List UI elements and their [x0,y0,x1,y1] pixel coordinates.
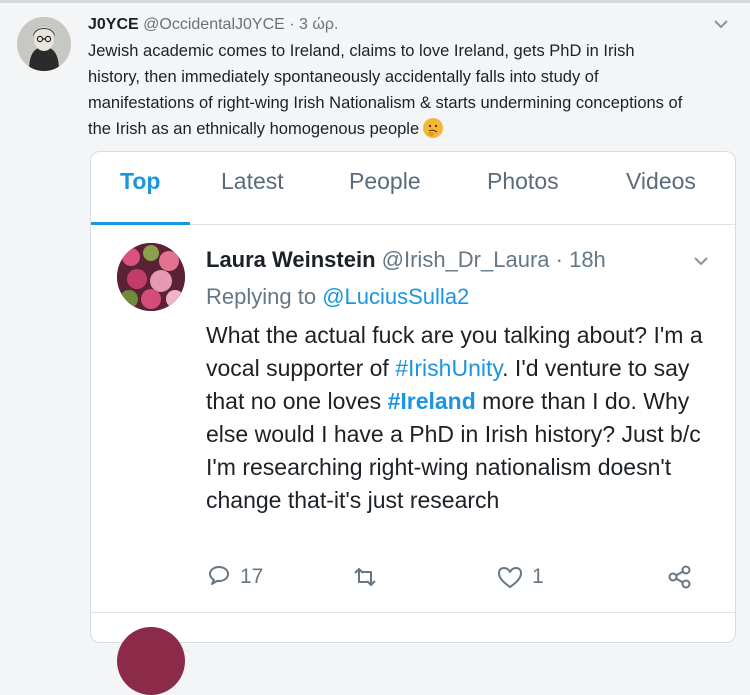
replying-handle-link[interactable]: @LuciusSulla2 [322,284,469,309]
tab-latest[interactable]: Latest [221,168,284,195]
user-handle[interactable]: @OccidentalJ0YCE [143,16,285,33]
replying-to: Replying to @LuciusSulla2 [206,283,469,311]
tweet-header: Laura Weinstein @Irish_Dr_Laura · 18h [206,246,606,274]
search-tabs: Top Latest People Photos Videos [91,152,735,225]
replying-prefix: Replying to [206,284,317,309]
display-name[interactable]: J0YCE [88,16,139,33]
avatar[interactable] [17,17,71,71]
tweet-header: J0YCE @OccidentalJ0YCE · 3 ώρ. [88,15,338,35]
timestamp[interactable]: · 18h [556,247,606,272]
tweet-text: What the actual fuck are you talking abo… [206,319,706,517]
timestamp[interactable]: · 3 ώρ. [289,16,338,33]
embedded-screenshot-card: Top Latest People Photos Videos Laura We… [90,151,736,695]
display-name[interactable]: Laura Weinstein [206,247,376,272]
like-count: 1 [532,565,544,588]
tab-photos[interactable]: Photos [487,168,559,195]
tab-top[interactable]: Top [120,168,160,195]
reply-icon [209,566,229,585]
retweet-button[interactable] [351,562,387,592]
avatar[interactable] [117,627,185,695]
chevron-down-icon[interactable] [710,13,732,35]
tweet-actions: 17 1 [206,562,726,592]
divider [91,612,735,613]
active-tab-indicator [91,222,190,225]
retweet-icon [354,568,376,586]
reply-button[interactable]: 17 [206,562,263,592]
chevron-down-icon[interactable] [689,249,713,273]
reply-count: 17 [240,565,264,588]
tweet-text: Jewish academic comes to Ireland, claims… [88,38,688,142]
thinking-face-emoji-icon [423,118,444,138]
heart-icon [498,567,522,588]
share-icon [668,565,691,589]
hashtag-link[interactable]: #IrishUnity [395,355,502,381]
outer-tweet[interactable]: J0YCE @OccidentalJ0YCE · 3 ώρ. Jewish ac… [0,3,750,695]
hashtag-link[interactable]: #Ireland [388,388,476,414]
tab-people[interactable]: People [349,168,421,195]
tweet-body: Jewish academic comes to Ireland, claims… [88,42,683,138]
avatar[interactable] [117,243,185,311]
share-button[interactable] [666,562,694,592]
tab-videos[interactable]: Videos [626,168,696,195]
user-handle[interactable]: @Irish_Dr_Laura [382,247,550,272]
like-button[interactable]: 1 [496,562,544,592]
